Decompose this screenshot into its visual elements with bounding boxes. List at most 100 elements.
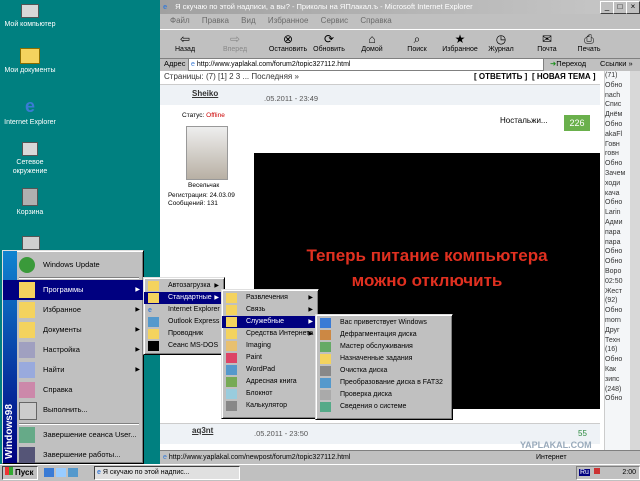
sidebar-snippet[interactable]: (248)	[605, 385, 631, 395]
mail-button[interactable]: ✉ Почта	[528, 32, 566, 53]
pagination[interactable]: Страницы: (7) [1] 2 3 ... Последняя »	[164, 72, 299, 81]
links-button[interactable]: Ссылки »	[600, 57, 633, 71]
menu-item-internet-tools[interactable]: Средства Интернета ▶	[222, 328, 316, 340]
menu-item-run[interactable]: Выполнить...	[3, 400, 143, 420]
sidebar-snippet[interactable]: Обно	[605, 81, 631, 91]
menu-item-explorer[interactable]: Проводник	[144, 328, 222, 340]
post2-author[interactable]: aq3nt	[192, 426, 213, 435]
history-button[interactable]: ◷ Журнал	[482, 32, 520, 53]
menu-item-disk-cleanup[interactable]: Очистка диска	[316, 365, 450, 377]
language-indicator[interactable]: Ru	[579, 469, 590, 476]
menu-item-maintenance[interactable]: Мастер обслуживания	[316, 341, 450, 353]
sidebar-snippet[interactable]: Обно	[605, 355, 631, 365]
sidebar-snippet[interactable]: Обно	[605, 247, 631, 257]
menu-item-wordpad[interactable]: WordPad	[222, 364, 316, 376]
print-button[interactable]: ⎙ Печать	[570, 32, 608, 53]
sidebar-snippet[interactable]: Bopo	[605, 267, 631, 277]
menu-item-shutdown[interactable]: Завершение работы...	[3, 445, 143, 465]
sidebar-snippet[interactable]: Днём	[605, 110, 631, 120]
scrollbar[interactable]	[630, 71, 640, 450]
desktop-icon-my-documents[interactable]: Мои документы	[0, 48, 60, 75]
sidebar-snippet[interactable]: Обно	[605, 257, 631, 267]
printer-icon[interactable]	[22, 236, 40, 250]
sidebar-snippet[interactable]: Друг	[605, 326, 631, 336]
menu-item-system-info[interactable]: Сведения о системе	[316, 401, 450, 413]
post-author[interactable]: Sheiko	[192, 89, 218, 98]
close-button[interactable]: ×	[626, 1, 640, 14]
sidebar-snippet[interactable]: Обно	[605, 120, 631, 130]
menu-item-imaging[interactable]: Imaging	[222, 340, 316, 352]
desktop-icon-internet-explorer[interactable]: e Internet Explorer	[0, 96, 60, 127]
sidebar-snippet[interactable]: Обно	[605, 306, 631, 316]
tray-icon[interactable]	[593, 468, 600, 474]
menu-tools[interactable]: Сервис	[321, 16, 348, 25]
menu-item-internet-explorer[interactable]: e Internet Explorer	[144, 304, 222, 316]
menu-item-calculator[interactable]: Калькулятор	[222, 400, 316, 412]
menu-item-help[interactable]: Справка	[3, 380, 143, 400]
start-button[interactable]: Пуск	[2, 466, 38, 480]
forward-button[interactable]: ⇨ Вперед	[216, 32, 254, 53]
sidebar-snippet[interactable]: nach	[605, 91, 631, 101]
sidebar-snippet[interactable]: Говн	[605, 140, 631, 150]
menu-item-notepad[interactable]: Блокнот	[222, 388, 316, 400]
sidebar-snippet[interactable]: Обно	[605, 159, 631, 169]
reply-button[interactable]: [ ОТВЕТИТЬ ]	[474, 72, 527, 81]
maximize-button[interactable]: □	[613, 1, 627, 14]
sidebar-snippet[interactable]: Обно	[605, 394, 631, 404]
back-button[interactable]: ⇦ Назад	[166, 32, 204, 53]
quicklaunch-desktop-icon[interactable]	[44, 468, 54, 477]
sidebar-snippet[interactable]: ходи	[605, 179, 631, 189]
sidebar-snippet[interactable]: Спис	[605, 100, 631, 110]
sidebar-snippet[interactable]: пара	[605, 228, 631, 238]
quicklaunch-outlook-icon[interactable]	[68, 468, 78, 477]
menu-item-programs[interactable]: Программы ▶	[3, 280, 143, 300]
sidebar-snippet[interactable]: говн	[605, 149, 631, 159]
search-button[interactable]: ⌕ Поиск	[398, 32, 436, 53]
menu-edit[interactable]: Правка	[202, 16, 229, 25]
sidebar-snippet[interactable]: Larin	[605, 208, 631, 218]
menu-item-fat32[interactable]: Преобразование диска в FAT32	[316, 377, 450, 389]
sidebar-snippet[interactable]: Техн	[605, 336, 631, 346]
sidebar-snippet[interactable]: 02:50	[605, 277, 631, 287]
menu-item-logoff[interactable]: Завершение сеанса User...	[3, 425, 143, 445]
sidebar-snippet[interactable]: Зачем	[605, 169, 631, 179]
sidebar-snippet[interactable]: Адми	[605, 218, 631, 228]
menu-item-system-tools[interactable]: Служебные ▶	[222, 316, 316, 328]
sidebar-snippet[interactable]: (92)	[605, 296, 631, 306]
sidebar-snippet[interactable]: akaFl	[605, 130, 631, 140]
menu-item-entertainment[interactable]: Развлечения ▶	[222, 292, 316, 304]
menu-item-scheduled-tasks[interactable]: Назначенные задания	[316, 353, 450, 365]
menu-item-msdos[interactable]: Сеанс MS-DOS	[144, 340, 222, 352]
menu-item-paint[interactable]: Paint	[222, 352, 316, 364]
sidebar-snippet[interactable]: Жест	[605, 287, 631, 297]
go-button[interactable]: ➜Переход	[550, 57, 586, 71]
menu-help[interactable]: Справка	[360, 16, 391, 25]
refresh-button[interactable]: ⟳ Обновить	[310, 32, 348, 53]
sidebar-snippet[interactable]: Как	[605, 365, 631, 375]
menu-item-documents[interactable]: Документы ▶	[3, 320, 143, 340]
rating-badge[interactable]: 226	[564, 115, 590, 131]
desktop-icon-network[interactable]: Сетевое окружение	[0, 142, 60, 176]
menu-item-favorites[interactable]: Избранное ▶	[3, 300, 143, 320]
sidebar-snippet[interactable]: (16)	[605, 345, 631, 355]
menu-item-defrag[interactable]: Дефрагментация диска	[316, 329, 450, 341]
sidebar-snippet[interactable]: morn	[605, 316, 631, 326]
home-button[interactable]: ⌂ Домой	[353, 32, 391, 53]
sidebar-snippet[interactable]: кача	[605, 189, 631, 199]
menu-item-settings[interactable]: Настройка ▶	[3, 340, 143, 360]
sidebar-snippet[interactable]: Обно	[605, 198, 631, 208]
menu-item-welcome[interactable]: Вас приветствует Windows	[316, 317, 450, 329]
menu-item-scandisk[interactable]: Проверка диска	[316, 389, 450, 401]
menu-favorites[interactable]: Избранное	[268, 16, 309, 25]
desktop-icon-my-computer[interactable]: Мой компьютер	[0, 2, 60, 29]
menu-item-outlook-express[interactable]: Outlook Express	[144, 316, 222, 328]
sidebar-snippet[interactable]: пара	[605, 238, 631, 248]
address-input[interactable]: e http://www.yaplakal.com/forum2/topic327…	[188, 58, 544, 71]
menu-item-windows-update[interactable]: Windows Update	[3, 255, 143, 275]
sidebar-snippet[interactable]: (71)	[605, 71, 631, 81]
menu-file[interactable]: Файл	[170, 16, 190, 25]
desktop-icon-recycle-bin[interactable]: Корзина	[0, 188, 60, 217]
sidebar-snippet[interactable]: зипс	[605, 375, 631, 385]
new-topic-button[interactable]: [ НОВАЯ ТЕМА ]	[532, 72, 596, 81]
taskbar-task-ie[interactable]: eЯ скучаю по этой надпис...	[94, 466, 240, 480]
